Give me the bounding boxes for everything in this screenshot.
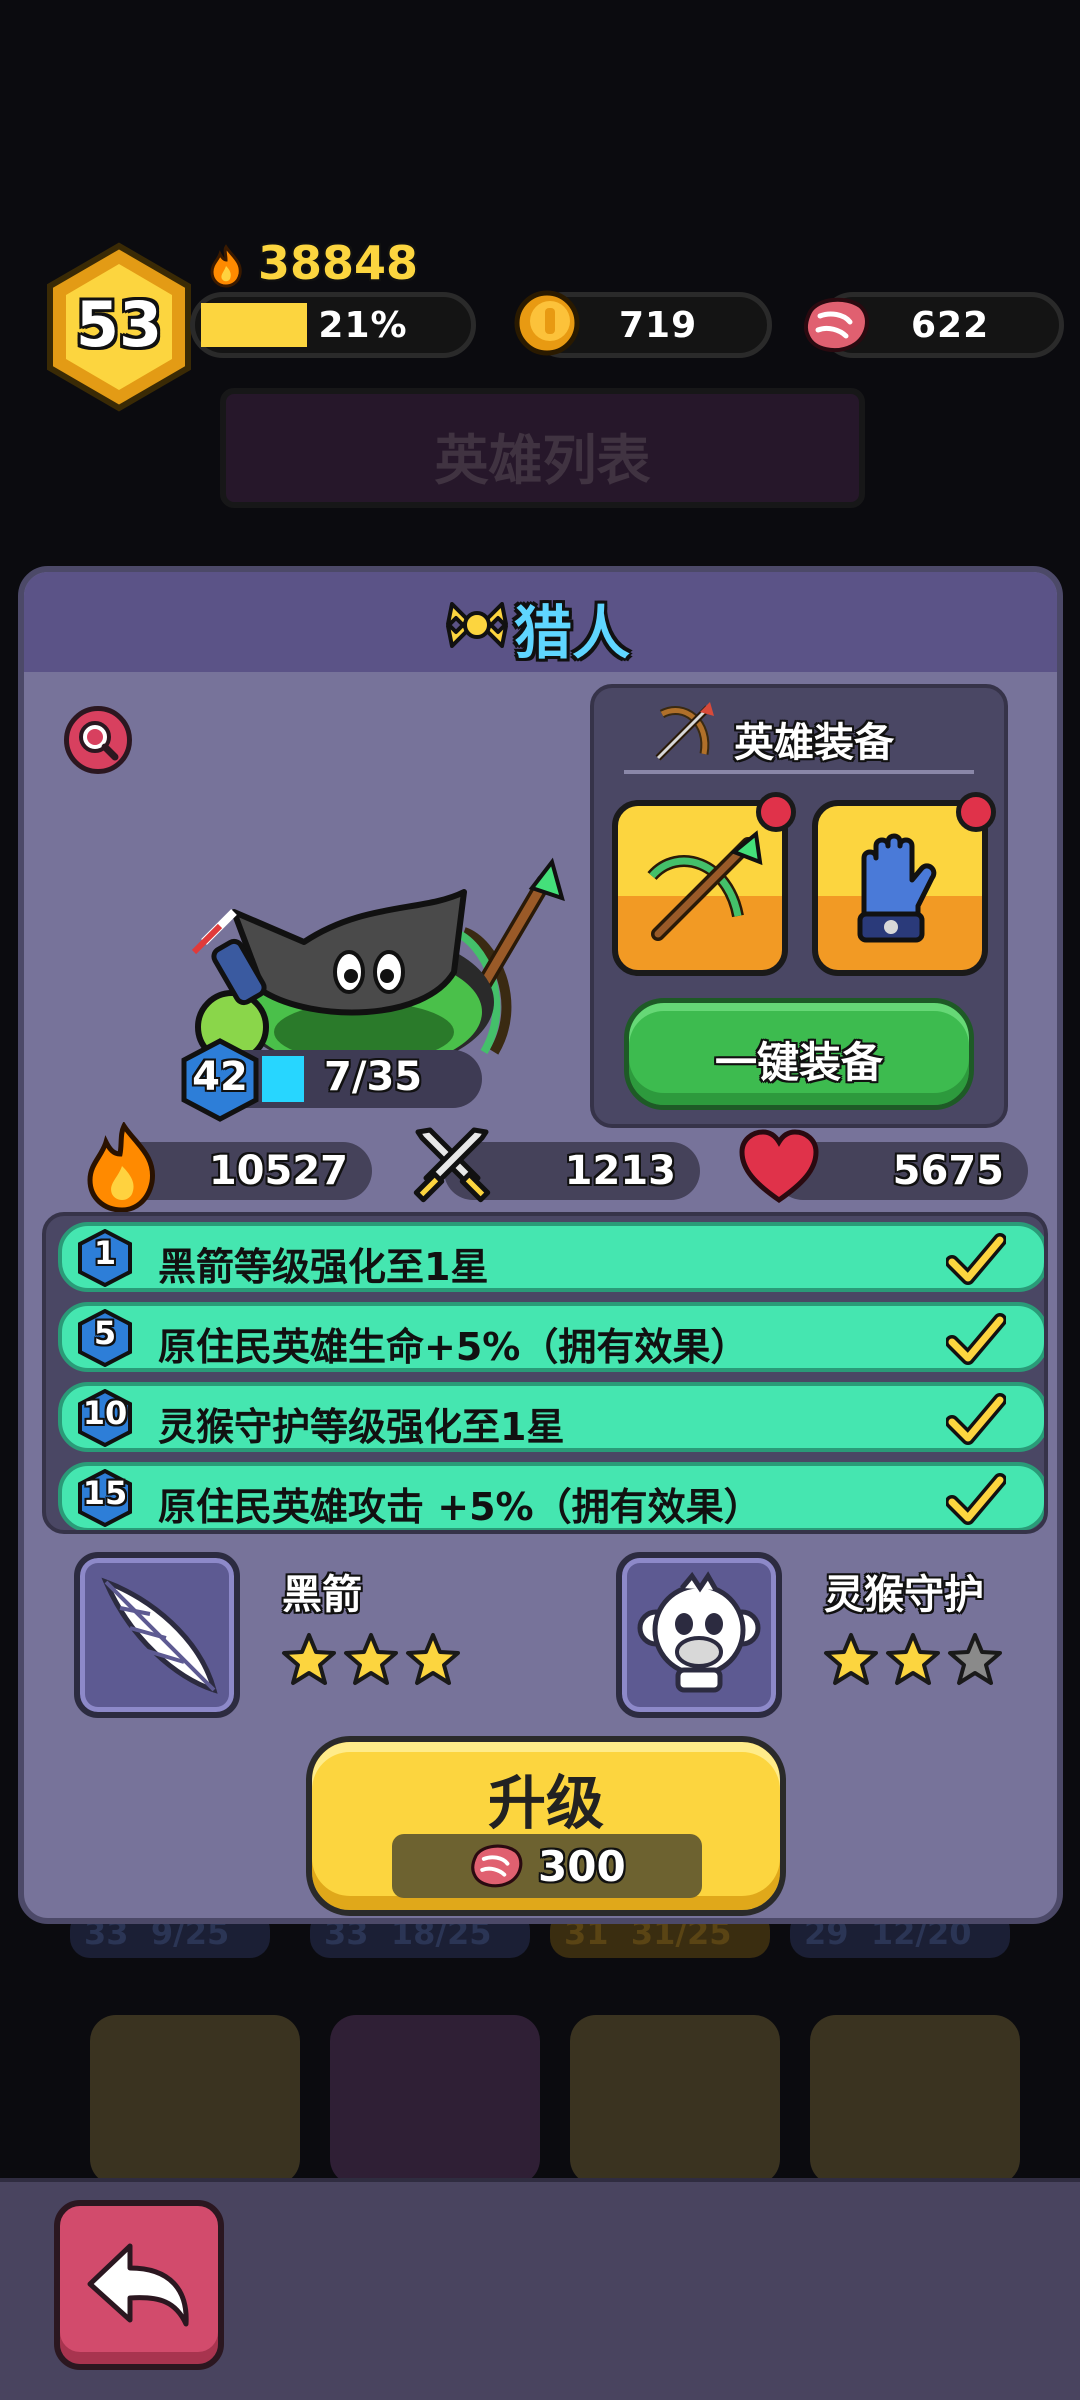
- bonus-text: 原住民英雄生命+5%（拥有效果）: [158, 1325, 749, 1369]
- checkmark-icon: [946, 1393, 1006, 1445]
- crossbow-icon: [647, 830, 763, 941]
- alert-dot: [756, 792, 796, 832]
- bonus-text: 黑箭等级强化至1星: [158, 1245, 489, 1289]
- magnifier-icon: [79, 721, 119, 761]
- star-empty-icon: [948, 1633, 1002, 1685]
- equipment-box: 英雄装备 一键装备: [590, 684, 1008, 1128]
- monkey-icon: [637, 1571, 761, 1693]
- skill-monkey-guard-stars: [822, 1632, 1022, 1692]
- heart-icon: [739, 1129, 819, 1204]
- star-filled-icon: [344, 1633, 398, 1685]
- flame-icon: [87, 1122, 155, 1213]
- checkmark-icon: [946, 1233, 1006, 1285]
- equip-slot-weapon[interactable]: [612, 792, 796, 976]
- power-flame-icon: [210, 244, 242, 288]
- upgrade-label: 升级: [487, 1769, 604, 1837]
- feather-arrow-icon: [101, 1577, 218, 1694]
- skill-monkey-guard-name: 灵猴守护: [824, 1572, 984, 1618]
- star-filled-icon: [282, 1633, 336, 1685]
- background-cards-strip: 33 9/25 33 18/25 31 31/25 29 12/20: [40, 1910, 1050, 2185]
- bonus-row: 5 原住民英雄生命+5%（拥有效果）: [58, 1302, 1044, 1372]
- hero-hp: 5675: [892, 1148, 1004, 1194]
- equip-slot-armor[interactable]: [812, 792, 996, 976]
- bonus-row: 1 黑箭等级强化至1星: [58, 1222, 1044, 1292]
- hero-list-title: 英雄列表: [434, 429, 651, 492]
- player-level-badge[interactable]: 53: [44, 242, 194, 412]
- exp-bar: 21%: [190, 292, 476, 358]
- gold-amount: 719: [619, 305, 698, 346]
- alert-dot: [956, 792, 996, 832]
- back-button[interactable]: [54, 2200, 224, 2370]
- skill-monkey-guard-button[interactable]: [616, 1552, 782, 1718]
- bonus-text: 原住民英雄攻击 +5%（拥有效果）: [158, 1485, 762, 1529]
- player-level: 53: [75, 288, 163, 361]
- meat-icon: [471, 1844, 523, 1888]
- one-click-equip-button[interactable]: 一键装备: [624, 998, 974, 1110]
- crossed-swords-icon: [413, 1127, 491, 1203]
- glove-icon: [857, 833, 937, 943]
- hunter-class-icon: [446, 602, 508, 648]
- hero-name: 猎人: [514, 599, 631, 667]
- one-click-equip-label: 一键装备: [714, 1038, 883, 1087]
- player-power: 38848: [258, 236, 419, 290]
- star-filled-icon: [406, 1633, 460, 1685]
- equipment-title: 英雄装备: [734, 720, 894, 766]
- gold-coin-icon: [514, 290, 580, 356]
- hero-shards: 7/35: [324, 1054, 423, 1100]
- bonus-list[interactable]: 1 黑箭等级强化至1星 5 原住民英雄生命+5%（拥有效果） 10 灵猴守护等级…: [42, 1212, 1048, 1534]
- exp-percent: 21%: [318, 305, 408, 346]
- star-filled-icon: [886, 1633, 940, 1685]
- skill-black-arrow-stars: [280, 1632, 480, 1692]
- hero-power: 10527: [208, 1148, 348, 1194]
- upgrade-cost: 300: [538, 1842, 626, 1891]
- hero-shard-fill: [262, 1056, 304, 1102]
- bonus-row: 15 原住民英雄攻击 +5%（拥有效果）: [58, 1462, 1044, 1530]
- checkmark-icon: [946, 1313, 1006, 1365]
- hero-attack: 1213: [564, 1148, 676, 1194]
- hero-list-header: 英雄列表: [220, 388, 865, 508]
- bonus-row: 10 灵猴守护等级强化至1星: [58, 1382, 1044, 1452]
- bow-icon: [655, 702, 714, 761]
- meat-icon: [803, 297, 869, 353]
- meat-amount: 622: [911, 305, 990, 346]
- star-filled-icon: [824, 1633, 878, 1685]
- hero-level: 42: [192, 1054, 248, 1100]
- skill-black-arrow-name: 黑箭: [282, 1572, 362, 1618]
- upgrade-button[interactable]: 升级 300: [306, 1736, 786, 1916]
- checkmark-icon: [946, 1473, 1006, 1525]
- skill-black-arrow-button[interactable]: [74, 1552, 240, 1718]
- view-hero-button[interactable]: [64, 706, 132, 774]
- bonus-text: 灵猴守护等级强化至1星: [158, 1405, 565, 1449]
- hero-detail-panel: 猎人 7/35 42 英雄装备 一键装备 10527 1213 5675 1 黑…: [18, 566, 1063, 1924]
- hero-level-badge: 42: [178, 1038, 262, 1122]
- back-arrow-icon: [87, 2243, 189, 2327]
- upgrade-cost-box: 300: [392, 1834, 702, 1898]
